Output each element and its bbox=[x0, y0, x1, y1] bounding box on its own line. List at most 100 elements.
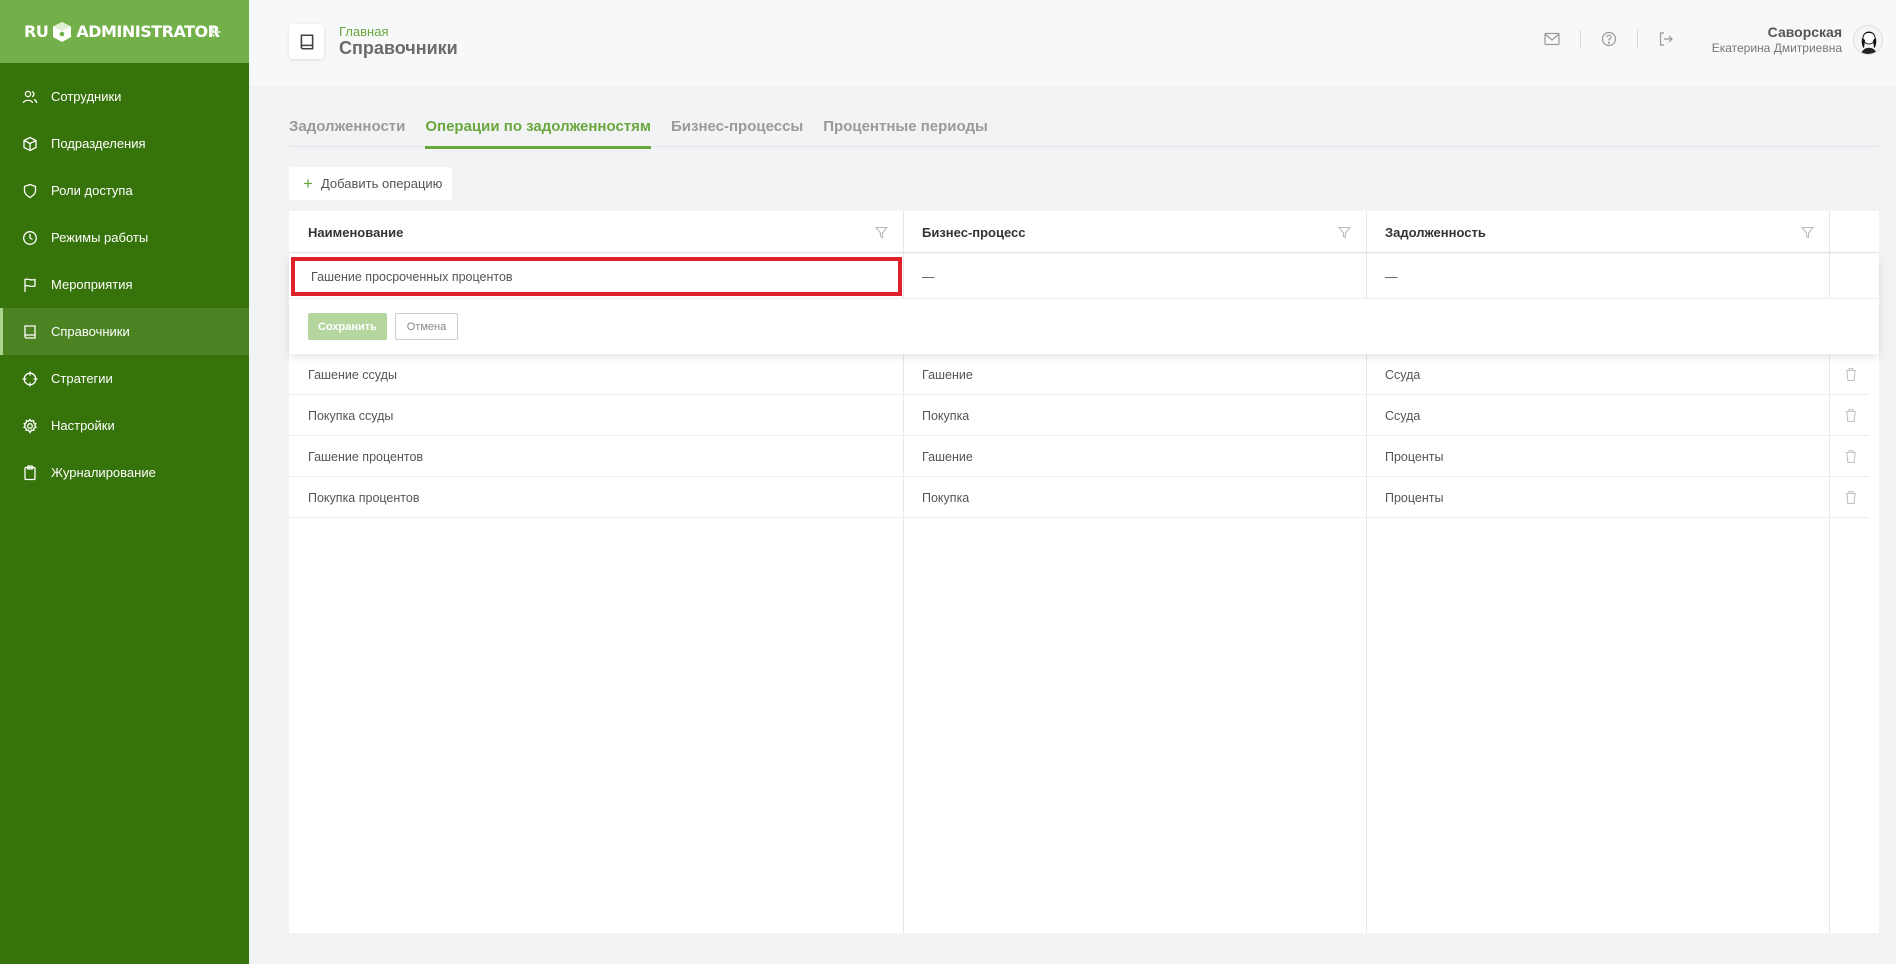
tab-interest-periods[interactable]: Процентные периоды bbox=[823, 118, 988, 147]
table-row[interactable]: Гашение ссуды Гашение Ссуда bbox=[289, 354, 1869, 395]
shield-icon bbox=[22, 183, 38, 199]
cell-debt: Проценты bbox=[1385, 449, 1444, 464]
edit-row-divider bbox=[289, 298, 1879, 299]
add-operation-button[interactable]: + Добавить операцию bbox=[289, 167, 452, 200]
sidebar-item-label: Сотрудники bbox=[51, 89, 122, 104]
sidebar-item-label: Журналирование bbox=[51, 465, 156, 480]
top-header: Главная Справочники Саворская Екатерина … bbox=[249, 0, 1896, 86]
arrow-left-icon bbox=[209, 27, 221, 37]
cell-name: Покупка процентов bbox=[308, 490, 420, 505]
column-header-business-process[interactable]: Бизнес-процесс bbox=[922, 211, 1026, 253]
tab-debts[interactable]: Задолженности bbox=[289, 118, 405, 147]
edit-debt-select[interactable]: — bbox=[1385, 257, 1398, 296]
cell-business-process: Гашение bbox=[922, 367, 973, 382]
cell-business-process: Гашение bbox=[922, 449, 973, 464]
user-last-name: Саворская bbox=[1767, 24, 1842, 40]
sidebar-nav: Сотрудники Подразделения Роли доступа Ре… bbox=[0, 73, 249, 496]
sidebar-item-work-modes[interactable]: Режимы работы bbox=[0, 214, 249, 261]
cell-name: Гашение ссуды bbox=[308, 367, 397, 382]
cell-debt: Ссуда bbox=[1385, 367, 1421, 382]
collapse-sidebar-button[interactable] bbox=[203, 20, 227, 44]
sidebar-item-logging[interactable]: Журналирование bbox=[0, 449, 249, 496]
clock-icon bbox=[22, 230, 38, 246]
mail-icon bbox=[1544, 32, 1560, 46]
save-button[interactable]: Сохранить bbox=[308, 313, 387, 340]
filter-icon[interactable] bbox=[1801, 226, 1814, 239]
cell-debt: Проценты bbox=[1385, 490, 1444, 505]
cell-business-process: Покупка bbox=[922, 490, 970, 505]
page-title: Справочники bbox=[339, 38, 458, 58]
tab-debt-operations[interactable]: Операции по задолженностям bbox=[425, 118, 651, 149]
sidebar-header: RU ADMINISTRATOR bbox=[0, 0, 249, 63]
crosshair-icon bbox=[22, 371, 38, 387]
sidebar-item-directories[interactable]: Справочники bbox=[0, 308, 249, 355]
tab-business-processes[interactable]: Бизнес-процессы bbox=[671, 118, 803, 147]
sidebar-item-label: Настройки bbox=[51, 418, 115, 433]
trash-icon[interactable] bbox=[1844, 408, 1858, 423]
cell-business-process: Покупка bbox=[922, 408, 970, 423]
add-operation-label: Добавить операцию bbox=[320, 176, 443, 191]
sidebar-item-departments[interactable]: Подразделения bbox=[0, 120, 249, 167]
column-header-debt[interactable]: Задолженность bbox=[1385, 211, 1486, 253]
avatar[interactable] bbox=[1853, 25, 1883, 55]
logo[interactable]: RU ADMINISTRATOR bbox=[24, 21, 220, 43]
edit-business-process-select[interactable]: — bbox=[922, 257, 935, 296]
header-divider bbox=[1637, 30, 1638, 48]
table-row[interactable]: Покупка ссуды Покупка Ссуда bbox=[289, 395, 1869, 436]
column-divider bbox=[903, 254, 904, 298]
plus-icon: + bbox=[303, 174, 313, 193]
sidebar-item-label: Режимы работы bbox=[51, 230, 149, 245]
logo-text-left: RU bbox=[24, 22, 49, 41]
column-header-name[interactable]: Наименование bbox=[308, 211, 403, 253]
mail-button[interactable] bbox=[1542, 29, 1562, 49]
cancel-button[interactable]: Отмена bbox=[395, 313, 458, 340]
help-icon bbox=[1601, 31, 1617, 47]
user-first-name: Екатерина Дмитриевна bbox=[1711, 41, 1842, 55]
book-icon bbox=[22, 324, 38, 340]
page-icon-box bbox=[289, 24, 324, 59]
header-actions bbox=[1542, 29, 1676, 49]
book-icon bbox=[300, 33, 313, 50]
sidebar-item-label: Подразделения bbox=[51, 136, 146, 151]
table-header: Наименование Бизнес-процесс Задолженност… bbox=[289, 211, 1879, 253]
sidebar-item-label: Роли доступа bbox=[51, 183, 133, 198]
users-icon bbox=[22, 89, 38, 105]
trash-icon[interactable] bbox=[1844, 490, 1858, 505]
gear-icon bbox=[22, 417, 38, 434]
trash-icon[interactable] bbox=[1844, 367, 1858, 382]
table-row[interactable]: Покупка процентов Покупка Проценты bbox=[289, 477, 1869, 518]
sidebar-item-employees[interactable]: Сотрудники bbox=[0, 73, 249, 120]
trash-icon[interactable] bbox=[1844, 449, 1858, 464]
tabs: Задолженности Операции по задолженностям… bbox=[289, 118, 1879, 149]
user-info[interactable]: Саворская Екатерина Дмитриевна bbox=[1712, 24, 1842, 55]
cell-name: Гашение процентов bbox=[308, 449, 424, 464]
logout-button[interactable] bbox=[1656, 29, 1676, 49]
breadcrumb-home-link[interactable]: Главная bbox=[339, 24, 388, 39]
sidebar-item-strategies[interactable]: Стратегии bbox=[0, 355, 249, 402]
filter-icon[interactable] bbox=[875, 226, 888, 239]
sidebar: RU ADMINISTRATOR Сотрудники Подразделени… bbox=[0, 0, 249, 964]
sidebar-item-settings[interactable]: Настройки bbox=[0, 402, 249, 449]
help-button[interactable] bbox=[1599, 29, 1619, 49]
table-row[interactable]: Гашение процентов Гашение Проценты bbox=[289, 436, 1869, 477]
header-divider bbox=[1580, 30, 1581, 48]
operation-name-input[interactable] bbox=[291, 257, 902, 296]
logo-text-right: ADMINISTRATOR bbox=[76, 22, 220, 41]
cube-icon bbox=[22, 136, 38, 152]
logo-cube-icon bbox=[51, 21, 73, 43]
sidebar-item-label: Стратегии bbox=[51, 371, 113, 386]
sidebar-item-events[interactable]: Мероприятия bbox=[0, 261, 249, 308]
cell-name: Покупка ссуды bbox=[308, 408, 394, 423]
avatar-person-icon bbox=[1854, 26, 1882, 54]
cell-debt: Ссуда bbox=[1385, 408, 1421, 423]
edit-row-panel: — — Сохранить Отмена bbox=[289, 254, 1879, 354]
flag-icon bbox=[22, 277, 38, 293]
sidebar-item-label: Справочники bbox=[51, 324, 130, 339]
sidebar-item-access-roles[interactable]: Роли доступа bbox=[0, 167, 249, 214]
filter-icon[interactable] bbox=[1338, 226, 1351, 239]
sidebar-item-label: Мероприятия bbox=[51, 277, 133, 292]
column-divider bbox=[1366, 254, 1367, 298]
logout-icon bbox=[1659, 32, 1673, 46]
clipboard-icon bbox=[22, 464, 38, 481]
column-divider bbox=[1829, 254, 1830, 298]
